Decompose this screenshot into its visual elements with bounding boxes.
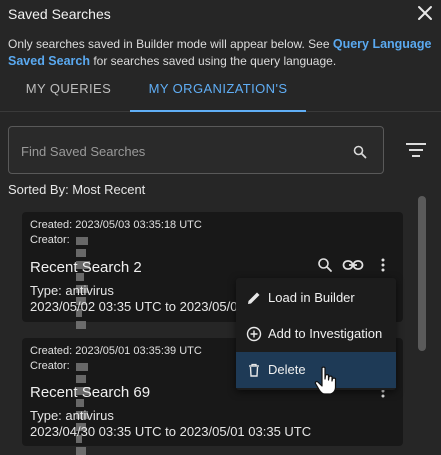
tab-my-queries[interactable]: MY QUERIES (0, 74, 137, 112)
info-suffix: for searches saved using the query langu… (90, 54, 337, 68)
hand-pointer-icon (314, 366, 337, 395)
search-field (8, 126, 384, 174)
more-vert-icon[interactable] (374, 256, 392, 274)
sort-icon[interactable] (405, 141, 427, 159)
creator-label: Creator: (30, 234, 70, 246)
info-prefix: Only searches saved in Builder mode will… (8, 37, 333, 51)
menu-item-label: Delete (268, 362, 306, 377)
search-icon[interactable] (316, 256, 334, 274)
info-text: Only searches saved in Builder mode will… (8, 36, 433, 70)
search-title: Recent Search 69 (30, 384, 151, 401)
tab-my-organizations[interactable]: MY ORGANIZATION'S (130, 74, 306, 112)
tab-bar: MY QUERIES MY ORGANIZATION'S (0, 74, 441, 112)
menu-item-label: Load in Builder (268, 290, 355, 305)
search-time-range: 2023/04/30 03:35 UTC to 2023/05/01 03:35… (30, 424, 312, 439)
redacted-creator (76, 362, 93, 455)
search-type: Type: antivirus (30, 283, 114, 298)
creator-row: Creator: (30, 360, 90, 455)
created-date: Created: 2023/05/01 03:35:39 UTC (30, 345, 202, 357)
search-type: Type: antivirus (30, 408, 114, 423)
search-icon[interactable] (353, 145, 367, 159)
creator-row: Creator: (30, 234, 90, 329)
sorted-by-label: Sorted By: Most Recent (8, 182, 146, 197)
plus-circle-icon (246, 326, 262, 342)
saved-searches-panel: Saved Searches Only searches saved in Bu… (0, 0, 441, 455)
search-title: Recent Search 2 (30, 259, 142, 276)
created-date: Created: 2023/05/03 03:35:18 UTC (30, 219, 202, 231)
menu-item-add-to-investigation[interactable]: Add to Investigation (236, 316, 396, 352)
close-icon[interactable] (415, 3, 435, 23)
redacted-creator (76, 236, 93, 329)
menu-item-load-in-builder[interactable]: Load in Builder (236, 280, 396, 316)
dialog-title: Saved Searches (8, 6, 111, 22)
active-tab-indicator (130, 110, 306, 112)
search-input[interactable] (21, 141, 341, 161)
scrollbar-thumb[interactable] (418, 196, 426, 351)
menu-item-label: Add to Investigation (268, 326, 383, 341)
trash-icon (249, 363, 259, 377)
pencil-icon (248, 292, 260, 304)
creator-label: Creator: (30, 360, 70, 372)
link-icon[interactable] (342, 256, 364, 274)
